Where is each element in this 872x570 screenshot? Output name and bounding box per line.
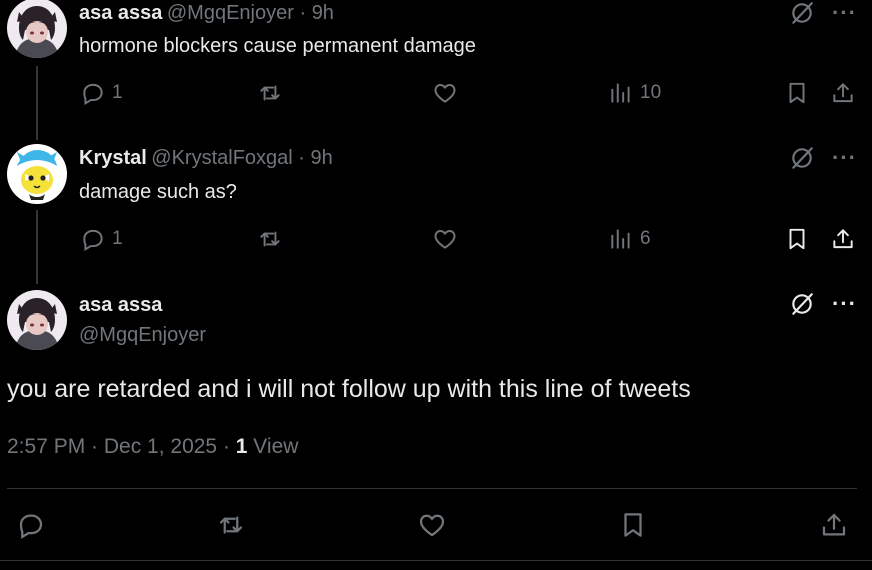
relative-time[interactable]: 9h <box>312 2 334 24</box>
bookmark-icon <box>784 226 810 252</box>
retweet-button[interactable] <box>257 226 283 252</box>
tweet-header: Krystal @KrystalFoxgal · 9h <box>79 147 333 170</box>
handle[interactable]: @MgqEnjoyer <box>167 2 294 24</box>
share-icon <box>830 226 856 252</box>
views-button[interactable]: 6 <box>608 226 651 252</box>
bookmark-icon <box>618 510 648 540</box>
tweet-text: damage such as? <box>79 181 237 203</box>
views-icon <box>608 226 634 252</box>
tweet-text: hormone blockers cause permanent damage <box>79 35 476 57</box>
retweet-button[interactable] <box>216 510 246 540</box>
avatar[interactable] <box>7 290 67 350</box>
reply-button[interactable] <box>16 510 46 540</box>
reply-button[interactable]: 1 <box>80 226 123 252</box>
handle[interactable]: @KrystalFoxgal <box>151 147 292 169</box>
more-options-button[interactable]: ··· <box>832 145 857 171</box>
like-button[interactable] <box>417 510 447 540</box>
view-label: View <box>247 435 299 458</box>
heart-icon <box>417 510 447 540</box>
view-count: 1 <box>235 435 248 458</box>
display-name[interactable]: asa assa <box>79 2 162 24</box>
more-options-button[interactable]: ··· <box>832 0 857 26</box>
reply-button[interactable]: 1 <box>80 80 123 106</box>
display-name[interactable]: Krystal <box>79 147 147 169</box>
views-icon <box>608 80 634 106</box>
share-icon <box>830 80 856 106</box>
thread-line <box>36 210 38 284</box>
separator: · <box>293 2 312 24</box>
reply-icon <box>80 80 106 106</box>
reply-count: 1 <box>112 82 123 103</box>
avatar[interactable] <box>7 144 67 204</box>
grok-icon[interactable] <box>789 145 815 176</box>
display-name[interactable]: asa assa <box>79 294 162 317</box>
heart-icon <box>432 80 458 106</box>
retweet-icon <box>257 80 283 106</box>
grok-icon[interactable] <box>789 291 815 322</box>
reply-icon <box>16 510 46 540</box>
separator: · <box>292 147 311 169</box>
retweet-icon <box>216 510 246 540</box>
retweet-icon <box>257 226 283 252</box>
heart-icon <box>432 226 458 252</box>
bookmark-button[interactable] <box>784 226 810 252</box>
share-icon <box>819 510 849 540</box>
share-button[interactable] <box>830 226 856 252</box>
handle[interactable]: @MgqEnjoyer <box>79 324 206 347</box>
share-button[interactable] <box>819 510 849 540</box>
avatar[interactable] <box>7 0 67 58</box>
bookmark-icon <box>784 80 810 106</box>
reply-icon <box>80 226 106 252</box>
timestamp[interactable]: 2:57 PM · Dec 1, 2025 · <box>7 435 236 458</box>
reply-count: 1 <box>112 228 123 249</box>
like-button[interactable] <box>432 226 458 252</box>
views-button[interactable]: 10 <box>608 80 661 106</box>
main-tweet-text: you are retarded and i will not follow u… <box>7 375 691 403</box>
like-button[interactable] <box>432 80 458 106</box>
relative-time[interactable]: 9h <box>311 147 333 169</box>
bookmark-button[interactable] <box>618 510 648 540</box>
thread-line <box>36 66 38 140</box>
views-count: 6 <box>640 228 651 249</box>
divider <box>0 560 872 561</box>
timestamp-line: 2:57 PM · Dec 1, 2025 · 1 View <box>7 435 298 459</box>
tweet-header: asa assa @MgqEnjoyer · 9h <box>79 2 334 25</box>
retweet-button[interactable] <box>257 80 283 106</box>
bookmark-button[interactable] <box>784 80 810 106</box>
share-button[interactable] <box>830 80 856 106</box>
grok-icon[interactable] <box>789 0 815 31</box>
more-options-button[interactable]: ··· <box>832 291 857 317</box>
views-count: 10 <box>640 82 662 103</box>
divider <box>7 488 857 489</box>
